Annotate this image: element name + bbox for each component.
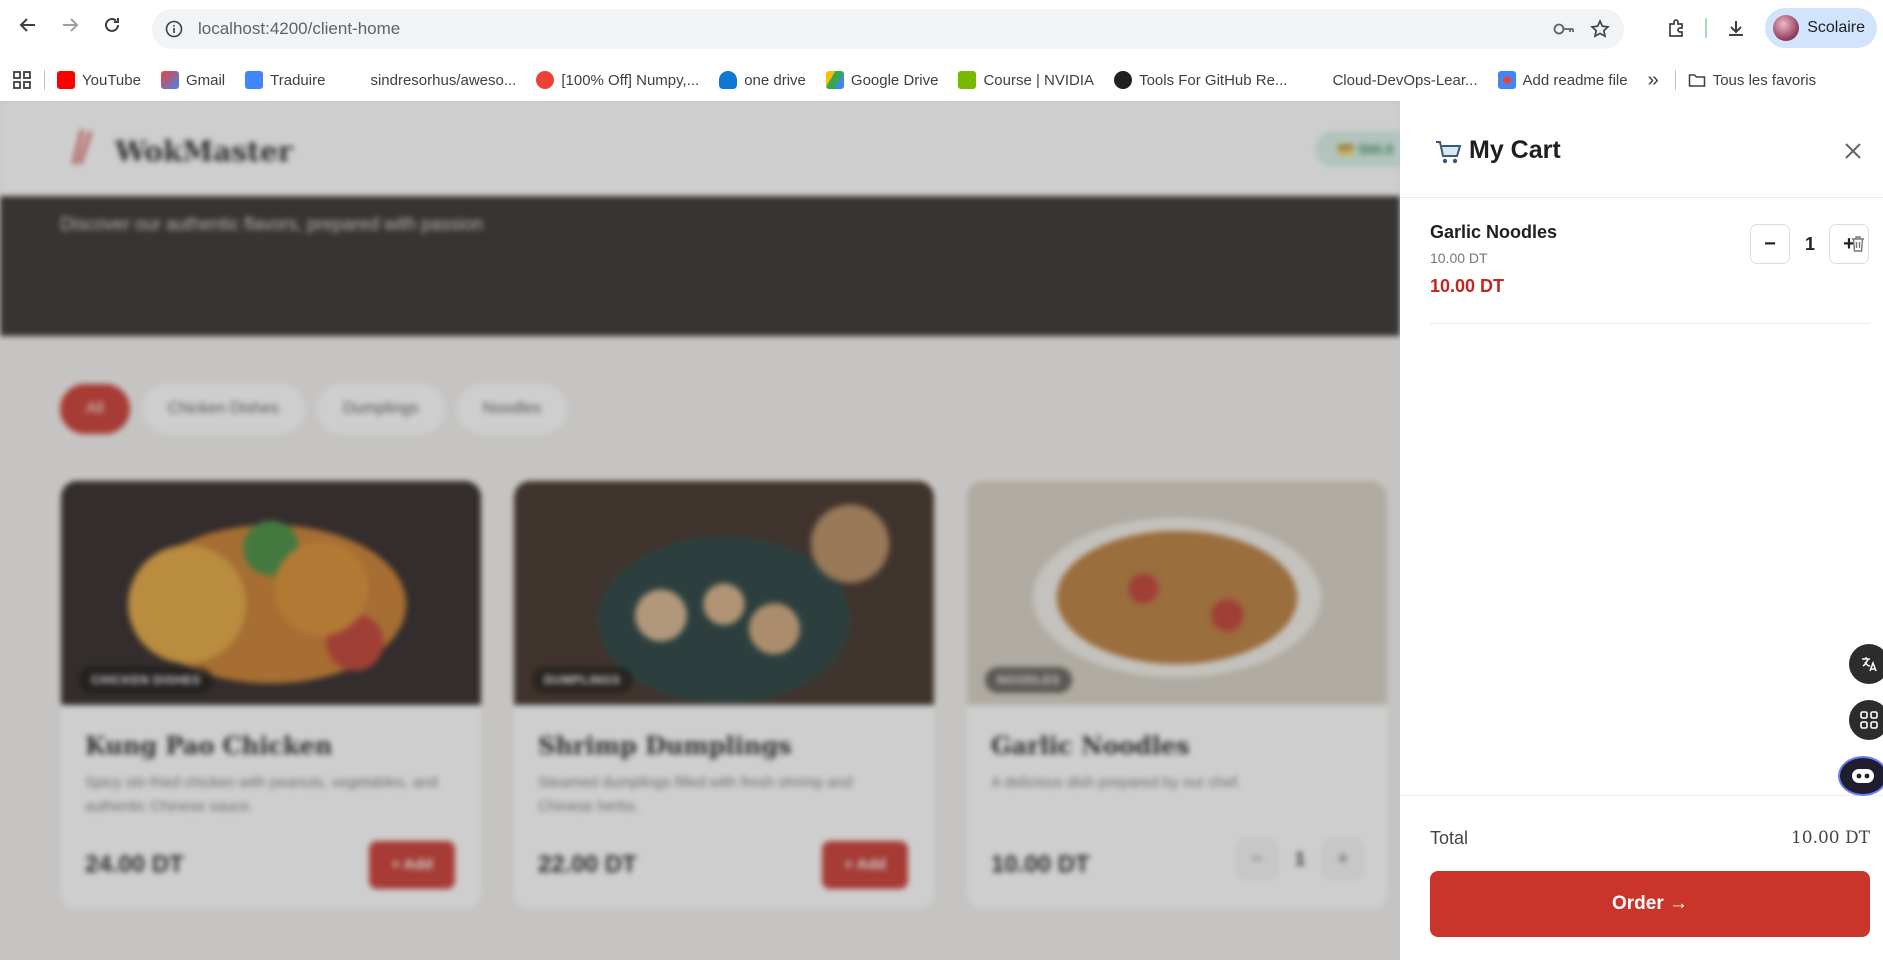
site-info-icon[interactable]	[156, 11, 192, 47]
bookmark-google-drive[interactable]: Google Drive	[825, 71, 938, 89]
robot-icon	[1852, 769, 1874, 783]
reload-icon	[105, 17, 119, 32]
apps-extension-button[interactable]	[1849, 700, 1883, 740]
grid-icon	[1860, 711, 1878, 729]
bookmark-add-readme[interactable]: Add readme file	[1497, 71, 1628, 89]
reload-button[interactable]	[93, 6, 131, 44]
close-cart-button[interactable]	[1840, 138, 1866, 164]
bookmarks-separator	[1674, 70, 1676, 90]
github-blank-icon	[1307, 71, 1326, 89]
arrow-left-icon	[19, 18, 35, 32]
cart-header: My Cart	[1400, 101, 1883, 198]
decrease-quantity-button[interactable]: −	[1750, 224, 1790, 264]
browser-toolbar: localhost:4200/client-home Scolaire	[0, 0, 1883, 50]
puzzle-icon	[1669, 19, 1684, 37]
bookmarks-bar: YouTube Gmail Traduire sindresorhus/awes…	[0, 60, 1883, 100]
assistant-extension-button[interactable]	[1838, 756, 1883, 796]
bookmark-nvidia[interactable]: Course | NVIDIA	[958, 71, 1094, 89]
bookmarks-overflow-button[interactable]: »	[1648, 69, 1659, 92]
bookmark-sindresorhus[interactable]: sindresorhus/aweso...	[345, 71, 516, 89]
bookmark-traduire[interactable]: Traduire	[245, 71, 325, 89]
nvidia-icon	[958, 71, 977, 89]
cart-item-unit-price: 10.00 DT	[1430, 250, 1488, 266]
arrow-right-icon	[63, 18, 79, 32]
folder-icon	[1688, 74, 1705, 87]
url-text[interactable]: localhost:4200/client-home	[198, 19, 1546, 39]
remove-item-button[interactable]	[1848, 233, 1868, 255]
profile-button[interactable]: Scolaire	[1765, 8, 1877, 48]
close-icon	[1845, 143, 1861, 159]
gmail-icon	[160, 71, 179, 89]
bookmark-numpy[interactable]: [100% Off] Numpy,...	[536, 71, 699, 89]
udemy-icon	[536, 71, 555, 89]
onedrive-icon	[719, 71, 738, 89]
total-label: Total	[1430, 828, 1469, 848]
trash-icon	[1852, 236, 1864, 252]
translate-icon	[245, 71, 264, 89]
github-blank-icon	[345, 71, 364, 89]
total-value: 10.00 DT	[1790, 828, 1870, 848]
download-icon	[1729, 21, 1744, 36]
downloads-button[interactable]	[1717, 9, 1755, 47]
cart-item-name: Garlic Noodles	[1430, 222, 1558, 242]
key-icon[interactable]	[1546, 11, 1582, 47]
cart-footer: Total 10.00 DT Order →	[1400, 795, 1883, 960]
readme-icon	[1497, 71, 1516, 89]
cart-item: Garlic Noodles 10.00 DT 10.00 DT − 1 +	[1430, 198, 1870, 324]
bookmarks-separator	[44, 70, 45, 90]
extensions-button[interactable]	[1657, 9, 1695, 47]
address-bar[interactable]: localhost:4200/client-home	[152, 9, 1624, 49]
translate-icon	[1862, 657, 1877, 672]
translate-extension-button[interactable]	[1849, 644, 1883, 684]
cart-item-line-total: 10.00 DT	[1430, 276, 1505, 296]
bookmark-github-tools[interactable]: Tools For GitHub Re...	[1114, 71, 1287, 89]
star-icon[interactable]	[1582, 11, 1618, 47]
bookmark-youtube[interactable]: YouTube	[57, 71, 141, 89]
profile-name: Scolaire	[1807, 19, 1865, 36]
client-home-page: WokMaster 💳 500.0 Discover our authentic…	[0, 101, 1400, 960]
avatar	[1773, 15, 1800, 41]
cart-item-quantity: 1	[1804, 234, 1815, 254]
apps-icon[interactable]	[12, 70, 32, 90]
toolbar-separator	[1705, 18, 1708, 38]
youtube-icon	[57, 71, 75, 89]
google-drive-icon	[825, 71, 844, 89]
forward-button[interactable]	[51, 6, 89, 44]
cart-title: My Cart	[1469, 136, 1561, 164]
cart-drawer: My Cart Garlic Noodles 10.00 DT 10.00 DT…	[1400, 101, 1883, 960]
globe-icon	[1114, 71, 1133, 89]
order-button[interactable]: Order →	[1430, 871, 1870, 937]
other-bookmarks-folder[interactable]: Tous les favoris	[1688, 71, 1816, 89]
shopping-cart-icon	[1436, 141, 1462, 164]
bookmark-cloud-devops[interactable]: Cloud-DevOps-Lear...	[1307, 71, 1478, 89]
bookmark-onedrive[interactable]: one drive	[719, 71, 806, 89]
back-button[interactable]	[9, 6, 47, 44]
modal-backdrop[interactable]	[0, 101, 1400, 960]
bookmark-gmail[interactable]: Gmail	[160, 71, 225, 89]
